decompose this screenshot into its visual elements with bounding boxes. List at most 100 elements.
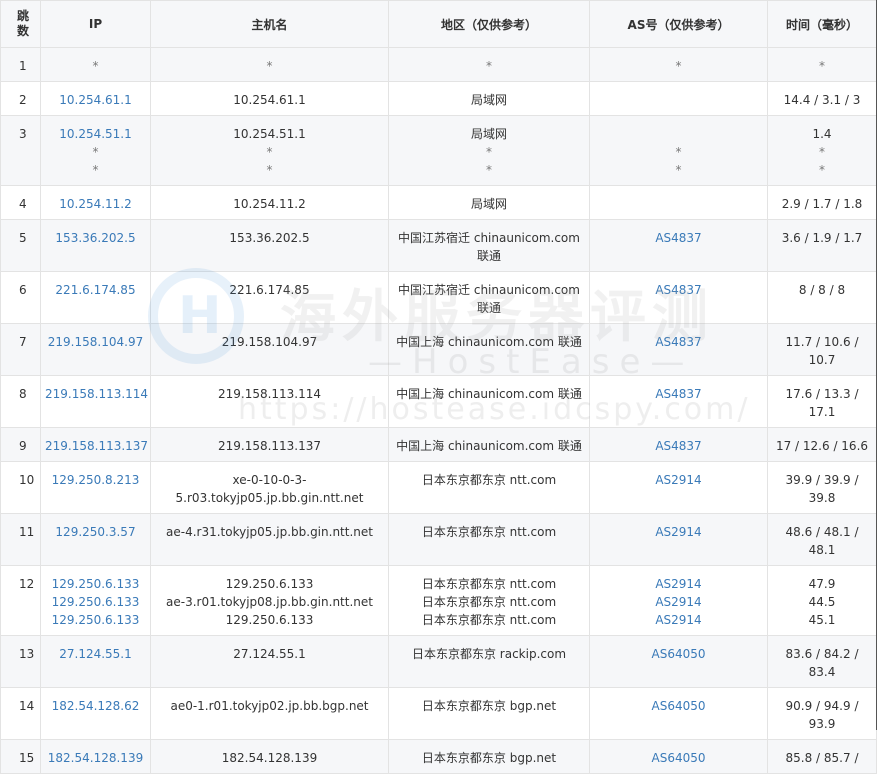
as-cell xyxy=(589,185,768,220)
as-link[interactable]: AS64050 xyxy=(594,697,763,715)
ip-link[interactable]: 219.158.104.97 xyxy=(45,333,146,351)
ip-link[interactable]: 153.36.202.5 xyxy=(45,229,146,247)
as-value xyxy=(594,125,763,143)
hostname-value: xe-0-10-0-3-5.r03.tokyjp05.jp.bb.gin.ntt… xyxy=(175,473,364,505)
ip-cell: 219.158.113.137 xyxy=(40,427,151,462)
hostname-value: 153.36.202.5 xyxy=(229,231,310,245)
hostname-value: ae-4.r31.tokyjp05.jp.bb.gin.ntt.net xyxy=(166,525,373,539)
hop-number: 13 xyxy=(0,635,41,688)
time-value: 8 / 8 / 8 xyxy=(798,283,846,297)
hop-number: 6 xyxy=(0,271,41,324)
ip-link[interactable]: 219.158.113.114 xyxy=(45,385,148,403)
ip-cell: 27.124.55.1 xyxy=(40,635,151,688)
time-cell: * xyxy=(767,47,877,82)
as-cell: AS2914 xyxy=(589,461,768,514)
time-value: * xyxy=(819,145,825,159)
as-link[interactable]: AS4837 xyxy=(594,333,763,351)
as-link[interactable]: AS4837 xyxy=(594,437,763,455)
region-value: * xyxy=(486,145,492,159)
header-as: AS号（仅供参考） xyxy=(589,0,768,48)
region-value: 日本东京都东京 bgp.net xyxy=(421,699,557,713)
ip-cell: 129.250.6.133 129.250.6.133 129.250.6.133 xyxy=(40,565,151,636)
hostname-value: ae-3.r01.tokyjp08.jp.bb.gin.ntt.net xyxy=(166,595,373,609)
ip-link[interactable]: 221.6.174.85 xyxy=(45,281,146,299)
table-row: 11 129.250.3.57 ae-4.r31.tokyjp05.jp.bb.gi… xyxy=(0,513,877,566)
ip-link[interactable]: 129.250.3.57 xyxy=(45,523,146,541)
as-cell: AS2914 AS2914 AS2914 xyxy=(589,565,768,636)
time-cell: 90.9 / 94.9 / 93.9 xyxy=(767,687,877,740)
time-value: 17 / 12.6 / 16.6 xyxy=(775,439,869,453)
ip-cell: 10.254.11.2 xyxy=(40,185,151,220)
table-row: 12 129.250.6.133 129.250.6.133 129.250.6.13… xyxy=(0,565,877,636)
table-row: 1 * * * * * xyxy=(0,47,877,82)
ip-link[interactable]: 182.54.128.139 xyxy=(45,749,146,767)
time-cell: 2.9 / 1.7 / 1.8 xyxy=(767,185,877,220)
ip-cell: 219.158.113.114 xyxy=(40,375,151,428)
region-cell: 中国上海 chinaunicom.com 联通 xyxy=(388,427,590,462)
time-value: 44.5 xyxy=(808,595,836,609)
region-value: 中国上海 chinaunicom.com 联通 xyxy=(396,439,582,453)
time-value: 39.9 / 39.9 / 39.8 xyxy=(785,473,863,505)
hostname-cell: xe-0-10-0-3-5.r03.tokyjp05.jp.bb.gin.ntt… xyxy=(150,461,389,514)
table-row: 10 129.250.8.213 xe-0-10-0-3-5.r03.tokyjp0… xyxy=(0,461,877,514)
as-link[interactable]: AS2914 xyxy=(594,611,763,629)
ip-cell: 129.250.8.213 xyxy=(40,461,151,514)
ip-cell: 219.158.104.97 xyxy=(40,323,151,376)
hostname-value: * xyxy=(266,145,273,159)
ip-link[interactable]: 27.124.55.1 xyxy=(45,645,146,663)
time-cell: 3.6 / 1.9 / 1.7 xyxy=(767,219,877,272)
table-header-row: 跳 数 IP 主机名 地区（仅供参考） AS号（仅供参考） 时间（毫秒） xyxy=(0,0,877,48)
as-value: * xyxy=(675,163,682,177)
region-value: 中国江苏宿迁 chinaunicom.com 联通 xyxy=(398,283,584,315)
as-cell: * * xyxy=(589,115,768,186)
hostname-cell: 27.124.55.1 xyxy=(150,635,389,688)
region-cell: 中国江苏宿迁 chinaunicom.com 联通 xyxy=(388,271,590,324)
ip-link[interactable]: 10.254.61.1 xyxy=(45,91,146,109)
as-link[interactable]: AS64050 xyxy=(594,749,763,767)
as-link[interactable]: AS2914 xyxy=(594,593,763,611)
time-value: 14.4 / 3.1 / 3 xyxy=(783,93,861,107)
ip-link[interactable]: 129.250.6.133 xyxy=(45,593,146,611)
ip-link[interactable]: 10.254.51.1 xyxy=(45,125,146,143)
time-value: 48.6 / 48.1 / 48.1 xyxy=(785,525,863,557)
as-cell: AS2914 xyxy=(589,513,768,566)
as-link[interactable]: AS4837 xyxy=(594,281,763,299)
hop-number: 1 xyxy=(0,47,41,82)
as-link[interactable]: AS4837 xyxy=(594,229,763,247)
hostname-value: ae0-1.r01.tokyjp02.jp.bb.bgp.net xyxy=(170,699,369,713)
ip-link[interactable]: 219.158.113.137 xyxy=(45,437,148,455)
region-value: 中国上海 chinaunicom.com 联通 xyxy=(396,387,582,401)
as-cell: AS4837 xyxy=(589,219,768,272)
as-cell xyxy=(589,81,768,116)
ip-link[interactable]: 182.54.128.62 xyxy=(45,697,146,715)
ip-link[interactable]: 129.250.6.133 xyxy=(45,611,146,629)
time-cell: 17.6 / 13.3 / 17.1 xyxy=(767,375,877,428)
ip-link[interactable]: 129.250.8.213 xyxy=(45,471,146,489)
as-cell: AS4837 xyxy=(589,375,768,428)
hop-number: 14 xyxy=(0,687,41,740)
as-link[interactable]: AS2914 xyxy=(594,575,763,593)
hostname-value: 219.158.104.97 xyxy=(221,335,318,349)
ip-link[interactable]: 10.254.11.2 xyxy=(45,195,146,213)
as-link[interactable]: AS2914 xyxy=(594,523,763,541)
region-cell: 中国江苏宿迁 chinaunicom.com 联通 xyxy=(388,219,590,272)
traceroute-table: 跳 数 IP 主机名 地区（仅供参考） AS号（仅供参考） 时间（毫秒） 1 * *… xyxy=(0,0,877,774)
as-link[interactable]: AS64050 xyxy=(594,645,763,663)
table-row: 15 182.54.128.139 182.54.128.139 日本东京都东京 bg… xyxy=(0,739,877,774)
region-value: 局域网 xyxy=(470,197,507,211)
table-row: 9 219.158.113.137 219.158.113.137 中国上海 chin… xyxy=(0,427,877,462)
region-cell: 中国上海 chinaunicom.com 联通 xyxy=(388,375,590,428)
ip-cell: 182.54.128.62 xyxy=(40,687,151,740)
table-row: 14 182.54.128.62 ae0-1.r01.tokyjp02.jp.bb.… xyxy=(0,687,877,740)
as-link[interactable]: AS4837 xyxy=(594,385,763,403)
table-row: 5 153.36.202.5 153.36.202.5 中国江苏宿迁 chinauni… xyxy=(0,219,877,272)
ip-cell: 129.250.3.57 xyxy=(40,513,151,566)
hostname-cell: 10.254.11.2 xyxy=(150,185,389,220)
region-cell: 局域网 xyxy=(388,81,590,116)
time-cell: 48.6 / 48.1 / 48.1 xyxy=(767,513,877,566)
ip-link[interactable]: 129.250.6.133 xyxy=(45,575,146,593)
ip-cell: 182.54.128.139 xyxy=(40,739,151,774)
ip-cell: 153.36.202.5 xyxy=(40,219,151,272)
hop-number: 10 xyxy=(0,461,41,514)
as-link[interactable]: AS2914 xyxy=(594,471,763,489)
